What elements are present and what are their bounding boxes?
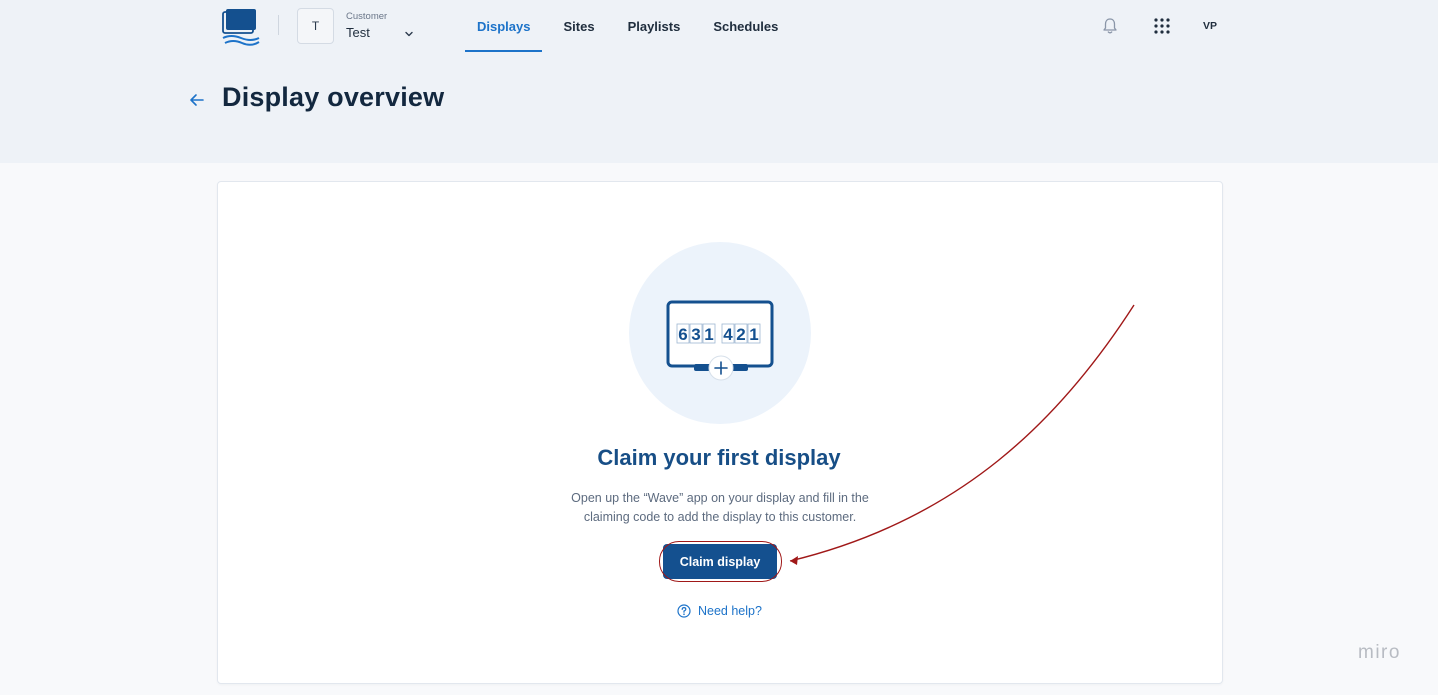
nav-tab-schedules[interactable]: Schedules <box>701 0 790 52</box>
chevron-down-icon[interactable] <box>403 28 415 40</box>
empty-state-description: Open up the “Wave” app on your display a… <box>571 491 869 524</box>
empty-state-title: Claim your first display <box>597 445 841 470</box>
customer-caption: Customer <box>346 11 388 22</box>
svg-text:3: 3 <box>691 325 700 344</box>
top-navigation-bar: T Customer Test Displays Sites Playlists… <box>0 0 1438 54</box>
back-arrow-icon[interactable] <box>188 91 206 109</box>
user-avatar[interactable]: VP <box>1197 14 1223 38</box>
svg-text:6: 6 <box>678 325 687 344</box>
page-title: Display overview <box>222 82 445 112</box>
need-help-link[interactable]: Need help? <box>677 604 762 618</box>
header-divider <box>278 15 279 35</box>
help-circle-icon <box>677 604 691 618</box>
nav-tab-playlists[interactable]: Playlists <box>616 0 693 52</box>
main-nav: Displays Sites Playlists Schedules <box>465 0 799 52</box>
displays-logo-icon[interactable] <box>221 6 261 46</box>
bell-icon[interactable] <box>1101 17 1119 35</box>
nav-tab-sites[interactable]: Sites <box>551 0 606 52</box>
need-help-label: Need help? <box>698 604 762 618</box>
app-grid-icon[interactable] <box>1154 18 1170 34</box>
display-claim-illustration-icon: 6 3 1 4 2 1 <box>666 300 774 381</box>
svg-text:1: 1 <box>749 325 758 344</box>
svg-text:4: 4 <box>723 325 733 344</box>
claim-display-button[interactable]: Claim display <box>663 544 777 579</box>
nav-tab-displays[interactable]: Displays <box>465 0 543 52</box>
customer-avatar[interactable]: T <box>297 8 334 44</box>
miro-watermark: miro <box>1358 642 1401 663</box>
svg-text:2: 2 <box>736 325 745 344</box>
svg-text:1: 1 <box>704 325 713 344</box>
customer-selector[interactable]: Test <box>346 25 370 40</box>
